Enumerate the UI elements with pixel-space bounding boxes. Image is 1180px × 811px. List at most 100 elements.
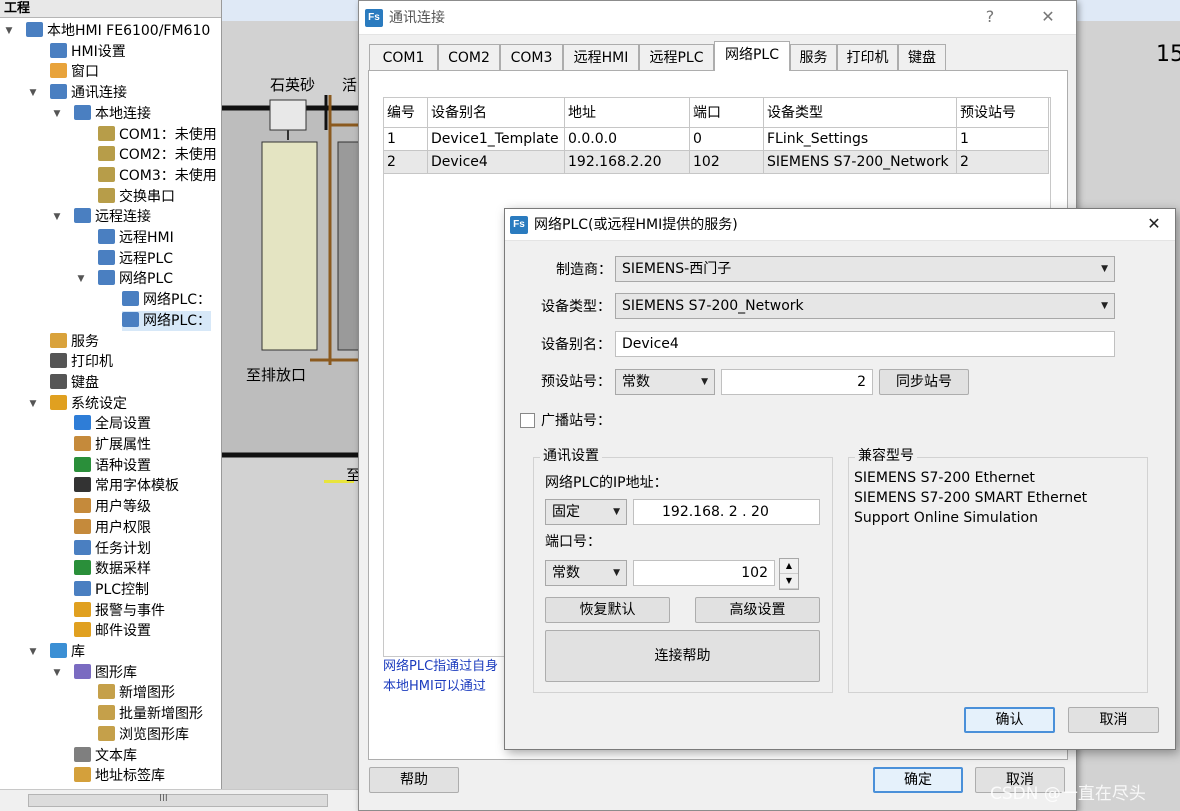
confirm-button[interactable]: 确认 (964, 707, 1055, 733)
table-cell[interactable]: SIEMENS S7-200_Network (764, 151, 957, 174)
tree-item[interactable]: 邮件设置 (74, 621, 151, 641)
expand-toggle-icon[interactable]: ▼ (76, 269, 86, 289)
expand-toggle-icon[interactable]: ▼ (28, 83, 38, 103)
tab-3[interactable]: 远程HMI (563, 44, 639, 70)
tab-7[interactable]: 打印机 (837, 44, 898, 70)
tab-5[interactable]: 网络PLC (714, 41, 790, 71)
tree-item[interactable]: 远程HMI (98, 228, 174, 248)
tree-item[interactable]: 语种设置 (74, 456, 151, 476)
tree-item[interactable]: 报警与事件 (74, 601, 165, 621)
tree-item[interactable]: 用户权限 (74, 518, 151, 538)
tree-item[interactable]: 网络PLC： (122, 310, 212, 331)
port-input[interactable]: 102 (633, 560, 775, 586)
expand-toggle-icon[interactable]: ▼ (52, 207, 62, 227)
manufacturer-select[interactable]: SIEMENS-西门子 ▼ (615, 256, 1115, 282)
sync-station-button[interactable]: 同步站号 (879, 369, 969, 395)
expand-toggle-icon[interactable]: ▼ (28, 642, 38, 662)
tree-item[interactable]: 浏览图形库 (98, 725, 189, 745)
close-icon[interactable]: ✕ (1143, 214, 1165, 234)
tab-4[interactable]: 远程PLC (639, 44, 714, 70)
tree-item[interactable]: 窗口 (50, 62, 99, 82)
tree-item[interactable]: COM1：未使用 (98, 125, 217, 145)
table-cell[interactable]: FLink_Settings (764, 128, 957, 151)
tab-1[interactable]: COM2 (438, 44, 500, 70)
restore-default-button[interactable]: 恢复默认 (545, 597, 670, 623)
tree-item[interactable]: 网络PLC (98, 269, 173, 289)
port-spinner[interactable]: ▲ ▼ (779, 558, 799, 590)
tree-item[interactable]: 系统设定 (50, 394, 127, 414)
help-button[interactable]: 帮助 (369, 767, 459, 793)
tree-item[interactable]: 数据采样 (74, 559, 151, 579)
device-type-select[interactable]: SIEMENS S7-200_Network ▼ (615, 293, 1115, 319)
column-header[interactable]: 预设站号 (957, 98, 1049, 128)
tab-0[interactable]: COM1 (369, 44, 438, 70)
advanced-settings-button[interactable]: 高级设置 (695, 597, 820, 623)
expand-toggle-icon[interactable]: ▼ (52, 663, 62, 683)
table-cell[interactable]: 2 (957, 151, 1049, 174)
tab-6[interactable]: 服务 (790, 44, 837, 70)
tree-item[interactable]: 通讯连接 (50, 83, 127, 103)
expand-toggle-icon[interactable]: ▼ (52, 104, 62, 124)
table-cell[interactable]: 2 (384, 151, 428, 174)
tree-item[interactable]: 交换串口 (98, 187, 175, 207)
tree-item[interactable]: HMI设置 (50, 42, 126, 62)
tree-item[interactable]: 本地HMI FE6100/FM610 (26, 21, 210, 41)
expand-toggle-icon[interactable]: ▼ (4, 21, 14, 41)
table-cell[interactable]: 102 (690, 151, 764, 174)
connection-help-button[interactable]: 连接帮助 (545, 630, 820, 682)
tree-item-label: 常用字体模板 (95, 478, 179, 495)
table-cell[interactable]: 0.0.0.0 (565, 128, 690, 151)
spin-down-icon[interactable]: ▼ (780, 574, 798, 589)
tree-item[interactable]: 远程连接 (74, 207, 151, 227)
tree-item[interactable]: 新增图形 (98, 683, 175, 703)
close-icon[interactable]: ✕ (1037, 7, 1059, 27)
tree-item[interactable]: COM3：未使用 (98, 166, 217, 186)
table-cell[interactable]: Device1_Template (428, 128, 565, 151)
tree-item[interactable]: 批量新增图形 (98, 704, 203, 724)
tab-8[interactable]: 键盘 (898, 44, 946, 70)
tree-item[interactable]: 扩展属性 (74, 435, 151, 455)
column-header[interactable]: 设备别名 (428, 98, 565, 128)
tree-item[interactable]: 服务 (50, 332, 99, 352)
tree-horizontal-scrollbar[interactable]: III (0, 789, 358, 811)
table-cell[interactable]: 192.168.2.20 (565, 151, 690, 174)
table-cell[interactable]: Device4 (428, 151, 565, 174)
table-cell[interactable]: 1 (384, 128, 428, 151)
alias-input[interactable]: Device4 (615, 331, 1115, 357)
expand-toggle-icon[interactable]: ▼ (28, 394, 38, 414)
ip-mode-select[interactable]: 固定 ▼ (545, 499, 627, 525)
column-header[interactable]: 设备类型 (764, 98, 957, 128)
tree-item[interactable]: 任务计划 (74, 539, 151, 559)
table-cell[interactable]: 0 (690, 128, 764, 151)
tree-item[interactable]: 文本库 (74, 746, 137, 766)
tree-item[interactable]: 远程PLC (98, 249, 173, 269)
table-cell[interactable]: 1 (957, 128, 1049, 151)
help-icon[interactable]: ? (979, 7, 1001, 27)
tree-item[interactable]: 地址标签库 (74, 766, 165, 786)
broadcast-checkbox[interactable] (520, 413, 535, 428)
column-header[interactable]: 端口 (690, 98, 764, 128)
tree-item[interactable]: 全局设置 (74, 414, 151, 434)
plc-cancel-button[interactable]: 取消 (1068, 707, 1159, 733)
tree-item[interactable]: 本地连接 (74, 104, 151, 124)
tree-item[interactable]: 用户等级 (74, 497, 151, 517)
ip-address-input[interactable]: 192.168. 2 . 20 (633, 499, 820, 525)
tree-item[interactable]: COM2：未使用 (98, 145, 217, 165)
tree-item[interactable]: 键盘 (50, 373, 99, 393)
tree-item[interactable]: 常用字体模板 (74, 476, 179, 496)
tree-item[interactable]: 网络PLC： (122, 290, 211, 310)
tab-2[interactable]: COM3 (500, 44, 563, 70)
tree-item[interactable]: 库 (50, 642, 85, 662)
column-header[interactable]: 编号 (384, 98, 428, 128)
plc-icon (74, 580, 91, 596)
station-input[interactable]: 2 (721, 369, 873, 395)
tree-item[interactable]: 图形库 (74, 663, 137, 683)
scroll-thumb[interactable]: III (28, 793, 328, 807)
column-header[interactable]: 地址 (565, 98, 690, 128)
tree-item[interactable]: 打印机 (50, 352, 113, 372)
station-mode-select[interactable]: 常数 ▼ (615, 369, 715, 395)
spin-up-icon[interactable]: ▲ (780, 559, 798, 574)
port-mode-select[interactable]: 常数 ▼ (545, 560, 627, 586)
ok-button[interactable]: 确定 (873, 767, 963, 793)
tree-item[interactable]: PLC控制 (74, 580, 149, 600)
